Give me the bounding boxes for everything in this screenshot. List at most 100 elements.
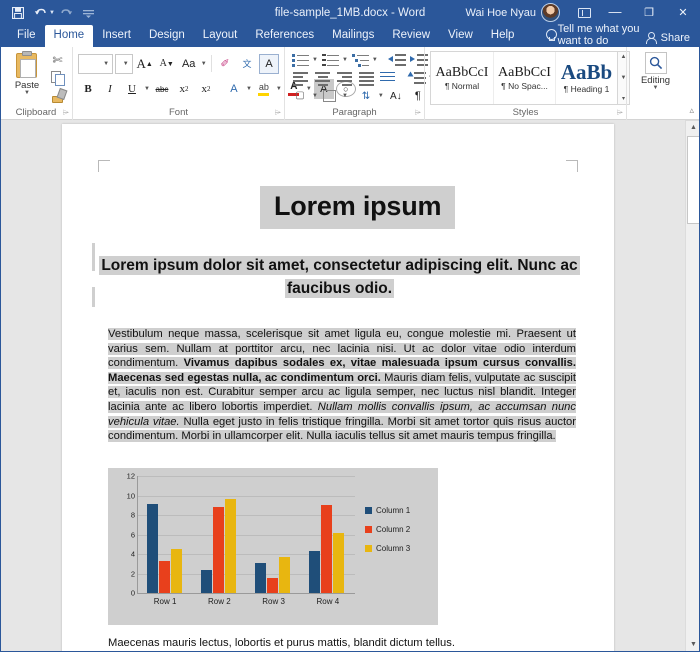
bullets-caret[interactable]: ▼ <box>312 57 318 63</box>
chart-legend-swatch <box>365 545 372 552</box>
tab-file[interactable]: File <box>8 25 45 47</box>
format-painter-icon[interactable] <box>49 88 66 103</box>
editing-dropdown-caret[interactable]: ▼ <box>653 85 659 91</box>
underline-caret[interactable]: ▼ <box>144 86 150 92</box>
font-name-caret[interactable]: ▼ <box>103 61 109 67</box>
change-case-icon[interactable]: Aa <box>179 54 199 74</box>
align-center-icon[interactable] <box>312 68 332 88</box>
tab-view[interactable]: View <box>439 25 482 47</box>
undo-icon[interactable] <box>30 3 50 22</box>
underline-icon[interactable]: U <box>122 79 142 99</box>
bullets-icon[interactable] <box>290 50 310 70</box>
tab-review[interactable]: Review <box>383 25 439 47</box>
vertical-scrollbar[interactable]: ▲ ▼ <box>685 120 700 652</box>
customize-quick-access-icon[interactable] <box>79 3 99 22</box>
grow-font-icon[interactable]: A ▲ <box>135 54 155 74</box>
shading-caret[interactable]: ▼ <box>312 93 318 99</box>
highlight-caret[interactable]: ▼ <box>276 86 282 92</box>
clear-formatting-icon[interactable]: ✐ <box>215 54 235 74</box>
embedded-bar-chart[interactable]: 0 2 4 6 8 10 12 Row 1 Row 2 Row 3 Row 4 Column 1 Co… <box>108 468 438 625</box>
font-size-caret[interactable]: ▼ <box>123 61 129 67</box>
account-name[interactable]: Wai Hoe Nyau <box>465 7 541 19</box>
phonetic-guide-icon[interactable]: 文 <box>237 54 257 74</box>
document-page[interactable]: Lorem ipsum Lorem ipsum dolor sit amet, … <box>62 124 614 652</box>
align-right-icon[interactable] <box>334 68 354 88</box>
scroll-down-icon[interactable]: ▼ <box>686 637 700 652</box>
save-icon[interactable] <box>8 3 28 22</box>
numbering-caret[interactable]: ▼ <box>342 57 348 63</box>
italic-icon[interactable]: I <box>100 79 120 99</box>
font-name-combo[interactable]: ▼ <box>78 53 114 74</box>
chart-x-label: Row 1 <box>153 597 177 606</box>
tab-references[interactable]: References <box>246 25 323 47</box>
character-border-icon[interactable]: A <box>259 53 279 74</box>
tell-me-search[interactable]: Tell me what you want to do <box>545 23 645 47</box>
shading-icon[interactable]: ▢ <box>290 86 310 106</box>
bold-icon[interactable]: B <box>78 79 98 99</box>
sort-caret[interactable]: ▼ <box>378 93 384 99</box>
clipboard-dialog-launcher[interactable]: ⌲ <box>63 108 69 118</box>
undo-dropdown-caret[interactable]: ▼ <box>49 10 55 16</box>
tab-layout[interactable]: Layout <box>194 25 247 47</box>
sort-az-icon[interactable]: A↓ <box>386 86 406 106</box>
text-highlight-icon[interactable]: ab <box>254 79 274 99</box>
paste-button[interactable]: Paste ▼ <box>5 49 49 103</box>
group-label-paragraph: Paragraph <box>332 107 377 118</box>
style-no-spacing[interactable]: AaBbCcI ¶ No Spac... <box>493 52 555 104</box>
chart-legend-label: Column 2 <box>376 525 411 534</box>
margin-corner-top-right <box>566 160 578 172</box>
shrink-font-icon[interactable]: A ▼ <box>157 54 177 74</box>
borders-caret[interactable]: ▼ <box>342 93 348 99</box>
scroll-thumb[interactable] <box>687 136 700 224</box>
scroll-up-icon[interactable]: ▲ <box>686 120 700 135</box>
chart-bar <box>200 569 212 593</box>
chart-plot-area: 0 2 4 6 8 10 12 Row 1 Row 2 Row 3 Row 4 <box>127 472 355 606</box>
close-button[interactable]: ✕ <box>666 0 700 25</box>
copy-icon[interactable] <box>49 70 66 86</box>
redo-icon[interactable] <box>57 3 77 22</box>
editing-button[interactable]: Editing ▼ <box>633 49 679 103</box>
line-spacing-icon[interactable] <box>406 68 426 88</box>
strikethrough-icon[interactable]: abc <box>152 79 172 99</box>
ribbon-display-options-icon[interactable] <box>570 0 598 25</box>
minimize-button[interactable]: — <box>598 0 632 25</box>
chart-legend-label: Column 3 <box>376 544 411 553</box>
change-case-caret[interactable]: ▼ <box>201 61 207 67</box>
styles-gallery: AaBbCcI ¶ Normal AaBbCcI ¶ No Spac... Aa… <box>430 51 630 105</box>
tab-home[interactable]: Home <box>44 25 94 47</box>
chart-bar <box>321 505 333 593</box>
tab-insert[interactable]: Insert <box>93 25 140 47</box>
borders-icon[interactable] <box>320 86 340 106</box>
maximize-restore-button[interactable]: ❐ <box>632 0 666 25</box>
subscript-icon[interactable]: x2 <box>174 79 194 99</box>
numbering-icon[interactable] <box>320 50 340 70</box>
ribbon-tabs: File Home Insert Design Layout Reference… <box>0 23 700 47</box>
text-effects-caret[interactable]: ▼ <box>246 86 252 92</box>
tab-design[interactable]: Design <box>140 25 194 47</box>
font-dialog-launcher[interactable]: ⌲ <box>275 108 281 118</box>
tab-help[interactable]: Help <box>482 25 524 47</box>
distributed-icon[interactable] <box>378 68 398 88</box>
paragraph-dialog-launcher[interactable]: ⌲ <box>415 108 421 118</box>
style-normal[interactable]: AaBbCcI ¶ Normal <box>431 52 493 104</box>
text-effects-icon[interactable]: A <box>224 79 244 99</box>
avatar[interactable] <box>541 3 560 22</box>
decrease-indent-icon[interactable] <box>386 50 406 70</box>
share-button[interactable]: Share <box>645 32 700 47</box>
paste-dropdown-caret[interactable]: ▼ <box>24 90 30 96</box>
chart-bar-group <box>146 504 182 593</box>
chart-x-label: Row 3 <box>262 597 285 606</box>
sort-icon[interactable]: ⇅ <box>356 86 376 106</box>
cut-icon[interactable]: ✄ <box>49 52 66 67</box>
font-size-combo[interactable]: ▼ <box>115 53 133 74</box>
style-heading-1[interactable]: AaBb ¶ Heading 1 <box>555 52 617 104</box>
superscript-icon[interactable]: x2 <box>196 79 216 99</box>
tab-mailings[interactable]: Mailings <box>323 25 383 47</box>
justify-icon[interactable] <box>356 68 376 88</box>
align-left-icon[interactable] <box>290 68 310 88</box>
styles-dialog-launcher[interactable]: ⌲ <box>617 108 623 118</box>
multilevel-caret[interactable]: ▼ <box>372 57 378 63</box>
multilevel-list-icon[interactable] <box>350 50 370 70</box>
quick-access-toolbar: ▼ <box>0 3 99 22</box>
collapse-ribbon-icon[interactable]: ▵ <box>689 105 694 116</box>
